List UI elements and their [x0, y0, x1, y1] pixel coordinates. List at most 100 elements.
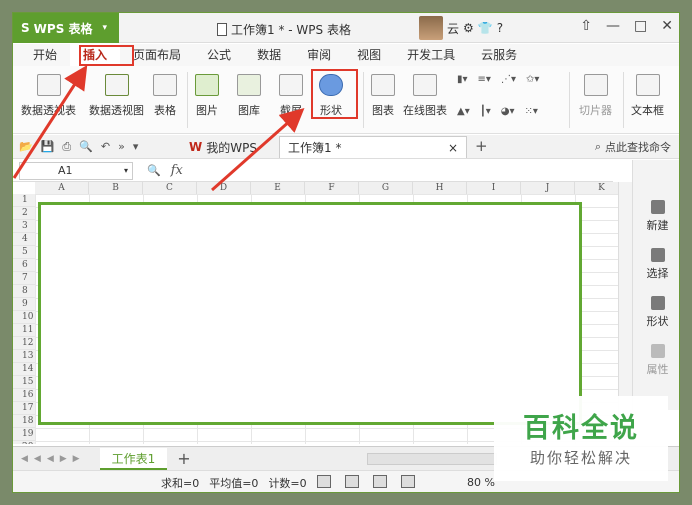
- textbox-button[interactable]: 文本框: [631, 74, 664, 118]
- row-header[interactable]: 10: [13, 311, 35, 324]
- slicer-button[interactable]: 切片器: [579, 74, 612, 118]
- online-chart-button[interactable]: 在线图表: [403, 74, 447, 118]
- scatter-chart-icon[interactable]: ⁙▾: [525, 106, 538, 117]
- radar-chart-icon[interactable]: ✩▾: [526, 74, 539, 85]
- tab-my-wps[interactable]: W 我的WPS: [181, 136, 265, 158]
- minimize-button[interactable]: —: [606, 18, 620, 34]
- row-header[interactable]: 4: [13, 233, 35, 246]
- command-search[interactable]: ⌕ 点此查找命令: [595, 139, 671, 155]
- horizontal-scrollbar[interactable]: [367, 453, 497, 465]
- shirt-icon[interactable]: 👕: [478, 21, 493, 35]
- save-icon[interactable]: 💾: [41, 140, 55, 154]
- picture-button[interactable]: 图片: [195, 74, 219, 118]
- tab-home[interactable]: 开始: [13, 44, 70, 66]
- slicer-icon: [583, 74, 608, 96]
- user-name: 云: [447, 21, 460, 36]
- column-header[interactable]: F: [305, 182, 359, 194]
- tab-workbook[interactable]: 工作簿1 * ×: [279, 136, 467, 158]
- chart-button[interactable]: 图表: [371, 74, 395, 118]
- xy-chart-icon[interactable]: ⋰▾: [501, 74, 516, 85]
- pane-shape-button[interactable]: 形状: [633, 296, 679, 329]
- zoom-level[interactable]: 80 %: [467, 476, 495, 489]
- preview-icon[interactable]: 🔍: [79, 140, 93, 154]
- column-header[interactable]: J: [521, 182, 575, 194]
- normal-view-icon[interactable]: [317, 475, 331, 488]
- row-header[interactable]: 3: [13, 220, 35, 233]
- row-header[interactable]: 19: [13, 428, 35, 441]
- gallery-button[interactable]: 图库: [237, 74, 261, 118]
- row-header[interactable]: 17: [13, 402, 35, 415]
- tab-data[interactable]: 数据: [244, 44, 294, 66]
- column-header[interactable]: A: [35, 182, 89, 194]
- area-chart-icon[interactable]: ▲▾: [457, 106, 470, 117]
- open-folder-icon[interactable]: 📂: [19, 140, 33, 154]
- fx-icon[interactable]: fx: [171, 163, 183, 178]
- pane-properties-button[interactable]: 属性: [633, 344, 679, 377]
- avatar[interactable]: [419, 16, 443, 40]
- row-header[interactable]: 7: [13, 272, 35, 285]
- row-header[interactable]: 11: [13, 324, 35, 337]
- help-icon[interactable]: ?: [497, 21, 503, 35]
- row-header[interactable]: 1: [13, 194, 35, 207]
- tab-formulas[interactable]: 公式: [194, 44, 244, 66]
- page-layout-view-icon[interactable]: [345, 475, 359, 488]
- add-sheet-button[interactable]: +: [177, 449, 190, 468]
- tab-cloud[interactable]: 云服务: [468, 44, 530, 66]
- column-chart-icon[interactable]: ▮▾: [457, 74, 468, 85]
- row-header[interactable]: 2: [13, 207, 35, 220]
- row-header[interactable]: 6: [13, 259, 35, 272]
- row-header[interactable]: 5: [13, 246, 35, 259]
- restore-up-icon[interactable]: ⇧: [580, 18, 592, 34]
- row-header[interactable]: 9: [13, 298, 35, 311]
- column-header[interactable]: G: [359, 182, 413, 194]
- stock-chart-icon[interactable]: ┃▾: [480, 106, 491, 117]
- tab-page-layout[interactable]: 页面布局: [120, 44, 194, 66]
- row-header[interactable]: 12: [13, 337, 35, 350]
- tab-insert[interactable]: 插入: [70, 44, 121, 66]
- pie-chart-icon[interactable]: ◕▾: [501, 106, 515, 117]
- app-menu-button[interactable]: S WPS 表格 ▾: [13, 13, 119, 43]
- pane-select-button[interactable]: 选择: [633, 248, 679, 281]
- pane-new-button[interactable]: 新建: [633, 200, 679, 233]
- tab-view[interactable]: 视图: [344, 44, 394, 66]
- reading-view-icon[interactable]: [373, 475, 387, 488]
- customize-icon[interactable]: ▾: [133, 140, 139, 154]
- more-icon[interactable]: »: [118, 140, 125, 154]
- row-header[interactable]: 13: [13, 350, 35, 363]
- tab-developer[interactable]: 开发工具: [394, 44, 468, 66]
- column-header[interactable]: B: [89, 182, 143, 194]
- column-header[interactable]: D: [197, 182, 251, 194]
- row-header[interactable]: 14: [13, 363, 35, 376]
- undo-icon[interactable]: ↶: [101, 140, 110, 154]
- row-header[interactable]: 18: [13, 415, 35, 428]
- table-button[interactable]: 表格: [153, 74, 177, 118]
- maximize-button[interactable]: □: [634, 18, 647, 34]
- sheet-nav-arrows[interactable]: ◀◀◀▶▶: [13, 454, 86, 464]
- new-tab-button[interactable]: +: [475, 137, 488, 155]
- screenshot-button[interactable]: 截屏: [279, 74, 303, 118]
- column-header[interactable]: K: [575, 182, 618, 194]
- row-header[interactable]: 16: [13, 389, 35, 402]
- settings-icon[interactable]: ⚙: [463, 21, 474, 35]
- column-header[interactable]: C: [143, 182, 197, 194]
- pivot-chart-button[interactable]: 数据透视图: [89, 74, 144, 118]
- print-icon[interactable]: ⎙: [62, 140, 71, 154]
- line-chart-icon[interactable]: ≡▾: [478, 74, 491, 85]
- sheet-tab-active[interactable]: 工作表1: [99, 447, 168, 470]
- column-header[interactable]: I: [467, 182, 521, 194]
- name-box[interactable]: A1 ▾: [19, 161, 133, 180]
- close-button[interactable]: ✕: [661, 18, 673, 34]
- row-header[interactable]: 8: [13, 285, 35, 298]
- shape-button[interactable]: 形状: [319, 74, 343, 118]
- tab-review[interactable]: 审阅: [294, 44, 344, 66]
- row-header[interactable]: 20: [13, 441, 35, 444]
- close-tab-icon[interactable]: ×: [448, 141, 458, 155]
- row-header[interactable]: 15: [13, 376, 35, 389]
- column-header[interactable]: E: [251, 182, 305, 194]
- pivot-table-button[interactable]: 数据透视表: [21, 74, 76, 118]
- column-header[interactable]: H: [413, 182, 467, 194]
- user-area[interactable]: 云 ⚙ 👕 ?: [419, 16, 503, 40]
- eye-protection-icon[interactable]: [401, 475, 415, 488]
- drawn-rectangle-shape[interactable]: [38, 202, 582, 425]
- zoom-search-icon[interactable]: 🔍: [147, 164, 161, 177]
